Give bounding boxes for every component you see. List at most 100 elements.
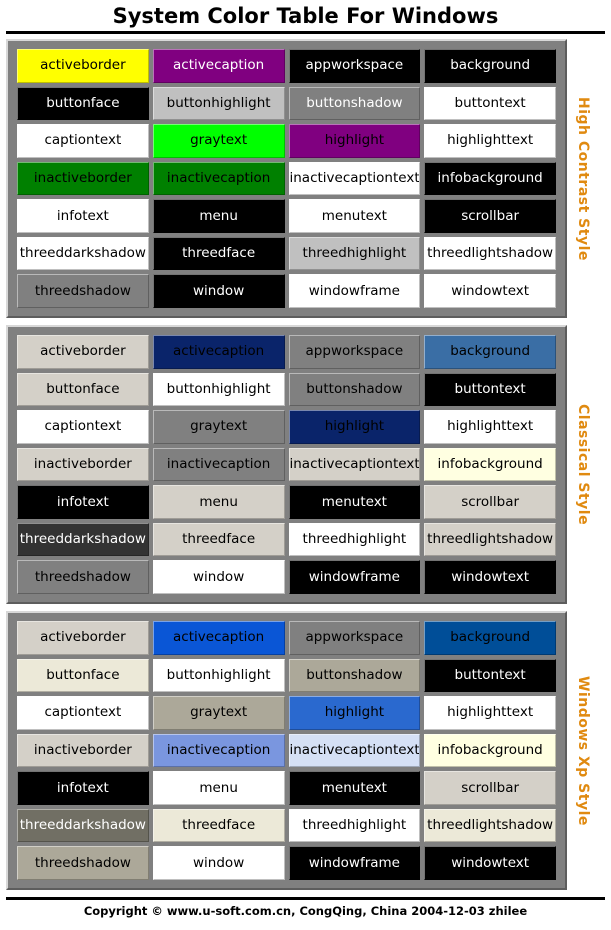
color-swatch-activecaption: activecaption [152,621,285,655]
title-divider [6,31,605,34]
color-grid-body: activeborder activecaption appworkspace bac… [17,49,556,308]
section-high-contrast: activeborder activecaption appworkspace bac… [6,39,605,318]
color-swatch-activecaption: activecaption [152,49,285,83]
color-swatch-inactivecaptiontext: inactivecaptiontext [288,447,421,482]
color-swatch-highlight: highlight [288,410,421,444]
color-swatch-infotext: infotext [17,485,149,519]
section-windows-xp: activeborder activecaption appworkspace bac… [6,611,605,890]
color-grid-frame: activeborder activecaption appworkspace bac… [6,325,567,604]
color-swatch-inactiveborder: inactiveborder [17,733,149,768]
color-swatch-appworkspace: appworkspace [288,49,421,83]
color-swatch-highlight: highlight [288,696,421,730]
color-grid-row: infotext menu menutext scrollbar [17,199,556,233]
color-grid-row: threeddarkshadow threedface threedhighligh… [17,522,556,557]
color-grid-row: buttonface buttonhighlight buttonshadow but… [17,372,556,407]
color-swatch-background: background [424,621,556,655]
color-swatch-threedshadow: threedshadow [17,560,149,594]
color-swatch-buttontext: buttontext [424,372,556,407]
color-grid-row: activeborder activecaption appworkspace bac… [17,621,556,655]
color-swatch-buttonhighlight: buttonhighlight [152,658,285,693]
color-grid-row: activeborder activecaption appworkspace bac… [17,335,556,369]
color-swatch-graytext: graytext [152,696,285,730]
color-grid: activeborder activecaption appworkspace bac… [13,331,560,598]
color-swatch-activeborder: activeborder [17,335,149,369]
color-grid-row: activeborder activecaption appworkspace bac… [17,49,556,83]
section-label-text: Classical Style [575,403,591,526]
color-swatch-window: window [152,560,285,594]
color-swatch-buttonface: buttonface [17,658,149,693]
color-swatch-threedface: threedface [152,236,285,271]
color-swatch-captiontext: captiontext [17,124,149,158]
color-swatch-windowtext: windowtext [424,274,556,308]
color-swatch-activeborder: activeborder [17,49,149,83]
color-swatch-menutext: menutext [288,771,421,805]
color-swatch-buttontext: buttontext [424,658,556,693]
color-swatch-windowtext: windowtext [424,846,556,880]
color-grid-frame: activeborder activecaption appworkspace bac… [6,611,567,890]
color-swatch-highlighttext: highlighttext [424,410,556,444]
color-grid: activeborder activecaption appworkspace bac… [13,45,560,312]
color-swatch-captiontext: captiontext [17,696,149,730]
section-label-classical: Classical Style [561,325,605,604]
color-grid-row: captiontext graytext highlight highlighttex… [17,124,556,158]
color-grid-row: threedshadow window windowframe windowtext [17,560,556,594]
color-swatch-background: background [424,49,556,83]
color-swatch-buttontext: buttontext [424,86,556,121]
color-grid-row: threedshadow window windowframe windowtext [17,274,556,308]
color-swatch-threedshadow: threedshadow [17,846,149,880]
color-grid: activeborder activecaption appworkspace bac… [13,617,560,884]
color-swatch-buttonshadow: buttonshadow [288,658,421,693]
color-swatch-window: window [152,274,285,308]
color-swatch-window: window [152,846,285,880]
color-swatch-threedshadow: threedshadow [17,274,149,308]
footer-divider [6,897,605,900]
color-swatch-highlighttext: highlighttext [424,124,556,158]
color-swatch-graytext: graytext [152,124,285,158]
color-swatch-buttonface: buttonface [17,372,149,407]
color-swatch-threedface: threedface [152,522,285,557]
color-grid-frame: activeborder activecaption appworkspace bac… [6,39,567,318]
color-swatch-threedlightshadow: threedlightshadow [424,522,556,557]
color-swatch-activecaption: activecaption [152,335,285,369]
color-swatch-background: background [424,335,556,369]
color-swatch-threedhighlight: threedhighlight [288,808,421,843]
color-swatch-threedhighlight: threedhighlight [288,522,421,557]
color-grid-row: infotext menu menutext scrollbar [17,485,556,519]
color-swatch-menu: menu [152,485,285,519]
color-swatch-scrollbar: scrollbar [424,199,556,233]
color-table-page: System Color Table For Windows activebor… [0,0,611,930]
color-swatch-threeddarkshadow: threeddarkshadow [17,808,149,843]
color-swatch-windowframe: windowframe [288,560,421,594]
color-swatch-highlight: highlight [288,124,421,158]
page-title: System Color Table For Windows [112,4,499,28]
color-grid-body: activeborder activecaption appworkspace bac… [17,335,556,594]
section-label-high-contrast: High Contrast Style [561,39,605,318]
color-swatch-highlighttext: highlighttext [424,696,556,730]
color-swatch-buttonhighlight: buttonhighlight [152,372,285,407]
color-grid-row: captiontext graytext highlight highlighttex… [17,410,556,444]
color-swatch-inactivecaptiontext: inactivecaptiontext [288,161,421,196]
color-swatch-threedhighlight: threedhighlight [288,236,421,271]
color-swatch-captiontext: captiontext [17,410,149,444]
color-grid-row: captiontext graytext highlight highlighttex… [17,696,556,730]
color-swatch-infobackground: infobackground [424,447,556,482]
section-classical: activeborder activecaption appworkspace bac… [6,325,605,604]
color-grid-row: threedshadow window windowframe windowtext [17,846,556,880]
color-swatch-menutext: menutext [288,199,421,233]
color-swatch-menu: menu [152,771,285,805]
section-label-text: Windows Xp Style [575,675,591,826]
color-swatch-infotext: infotext [17,199,149,233]
section-label-windows-xp: Windows Xp Style [561,611,605,890]
color-swatch-inactivecaption: inactivecaption [152,733,285,768]
color-swatch-appworkspace: appworkspace [288,621,421,655]
copyright-notice: Copyright © www.u-soft.com.cn, CongQing,… [83,904,528,918]
color-swatch-buttonshadow: buttonshadow [288,372,421,407]
color-swatch-buttonshadow: buttonshadow [288,86,421,121]
color-grid-row: infotext menu menutext scrollbar [17,771,556,805]
color-grid-row: buttonface buttonhighlight buttonshadow but… [17,86,556,121]
color-swatch-infobackground: infobackground [424,733,556,768]
color-grid-row: inactiveborder inactivecaption inactivecap… [17,161,556,196]
color-swatch-threedface: threedface [152,808,285,843]
color-swatch-buttonface: buttonface [17,86,149,121]
color-grid-row: inactiveborder inactivecaption inactivecap… [17,447,556,482]
